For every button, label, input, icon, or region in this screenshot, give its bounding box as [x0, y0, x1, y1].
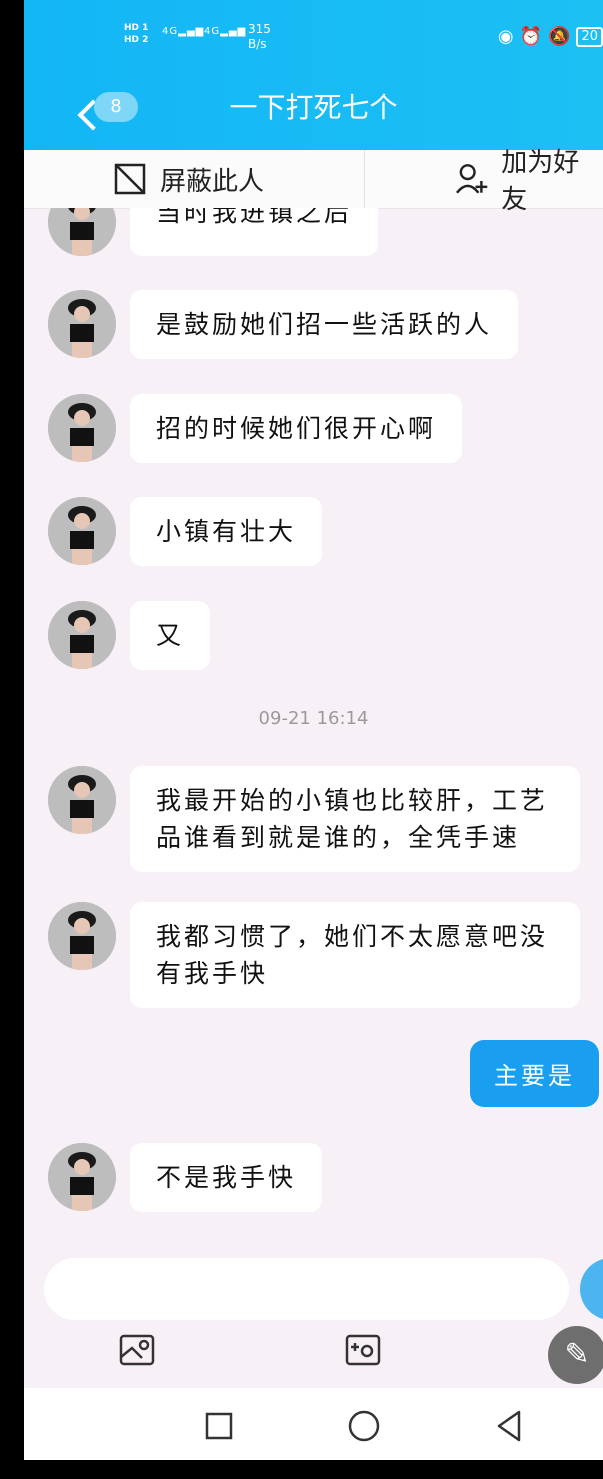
incoming-message[interactable]: 又: [130, 601, 211, 670]
avatar-image: [48, 290, 116, 358]
speed-unit: B/s: [248, 37, 267, 51]
block-icon: [114, 163, 146, 195]
avatar-image: [48, 394, 116, 462]
pencil-icon[interactable]: ✎: [548, 1326, 603, 1384]
alarm-icon: ⏰: [519, 26, 543, 47]
outgoing-message[interactable]: 主要是: [470, 1040, 599, 1107]
camera-icon[interactable]: [344, 1331, 382, 1369]
add-friend-label: 加为好友: [501, 148, 580, 215]
hd-label: HD 1: [124, 23, 149, 33]
incoming-message[interactable]: 是鼓励她们招一些活跃的人: [130, 290, 519, 359]
circle-icon[interactable]: [344, 1406, 384, 1446]
avatar-image: [48, 601, 116, 669]
avatar[interactable]: [48, 1143, 116, 1211]
avatar[interactable]: [48, 290, 116, 358]
message-list[interactable]: 当时我进镇之后 是鼓励她们招一些活跃的人 招的时候她们很开心啊 小镇有壮大 又 …: [24, 208, 603, 1243]
triangle-icon[interactable]: [489, 1406, 529, 1446]
incoming-message[interactable]: 小镇有壮大: [130, 497, 323, 566]
avatar-image: [48, 766, 116, 834]
divider: [364, 150, 365, 208]
incoming-message[interactable]: 我都习惯了，她们不太愿意吧没有我手快: [130, 902, 580, 1008]
avatar[interactable]: [48, 601, 116, 669]
battery-icon: 20: [576, 26, 603, 47]
incoming-message[interactable]: 不是我手快: [130, 1143, 323, 1212]
block-label: 屏蔽此人: [160, 166, 265, 197]
eye-icon: ◉: [497, 26, 514, 47]
incoming-message[interactable]: 我最开始的小镇也比较肝，工艺品谁看到就是谁的，全凭手速: [130, 766, 580, 872]
message-timestamp: 09-21 16:14: [258, 708, 369, 729]
speed-value: 315: [248, 22, 271, 36]
avatar-image: [48, 208, 116, 256]
incoming-message[interactable]: 当时我进镇之后: [130, 208, 379, 256]
avatar[interactable]: [48, 208, 116, 256]
page-title: 一下打死七个: [229, 91, 398, 124]
navigation-bar: [24, 1388, 603, 1460]
block-user-button[interactable]: 屏蔽此人: [112, 150, 264, 208]
avatar-image: [48, 1143, 116, 1211]
avatar[interactable]: [48, 902, 116, 970]
avatar-image: [48, 497, 116, 565]
avatar-image: [48, 902, 116, 970]
status-bar: HD 1 HD 2 4G▂▄▆ 4G▂▄▆ 315 B/s ◉ ⏰ 🔕 20: [24, 0, 603, 70]
avatar[interactable]: [48, 497, 116, 565]
title-bar: 8 一下打死七个: [24, 70, 603, 150]
status-icons: ◉ ⏰ 🔕 20: [498, 26, 603, 47]
input-area: ✎: [24, 1243, 603, 1388]
bottom-bezel: [24, 1460, 603, 1479]
square-icon[interactable]: [199, 1406, 239, 1446]
message-input[interactable]: [44, 1258, 569, 1320]
add-friend-button[interactable]: 加为好友: [454, 148, 603, 215]
avatar[interactable]: [48, 394, 116, 462]
action-bar: 屏蔽此人 加为好友: [24, 148, 603, 215]
hd-indicator: HD 1 HD 2: [124, 22, 148, 46]
hd-label: HD 2: [124, 35, 149, 45]
avatar[interactable]: [48, 766, 116, 834]
chat-screen: HD 1 HD 2 4G▂▄▆ 4G▂▄▆ 315 B/s ◉ ⏰ 🔕 20 8…: [24, 0, 603, 1479]
signal-icon: 4G▂▄▆: [162, 26, 205, 37]
signal-icon: 4G▂▄▆: [204, 26, 247, 37]
mute-icon: 🔕: [548, 26, 571, 47]
network-speed: 315 B/s: [248, 22, 271, 52]
add-friend-icon: [455, 164, 488, 194]
send-button[interactable]: [580, 1258, 603, 1320]
incoming-message[interactable]: 招的时候她们很开心啊: [130, 394, 463, 463]
image-icon[interactable]: [118, 1331, 156, 1369]
